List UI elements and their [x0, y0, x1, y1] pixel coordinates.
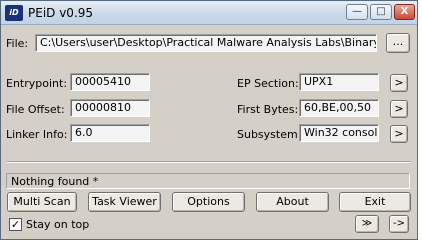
extra-button[interactable]: ->: [389, 215, 409, 233]
entrypoint-field[interactable]: 00005410: [70, 73, 150, 91]
first-bytes-label: First Bytes:: [237, 103, 299, 116]
subsystem-label: Subsystem:: [237, 128, 302, 141]
ep-section-label: EP Section:: [237, 77, 299, 90]
title-bar[interactable]: iD PEiD v0.95 — □ X: [1, 1, 417, 25]
app-icon: iD: [5, 5, 23, 21]
stay-on-top-label: Stay on top: [26, 218, 90, 231]
entrypoint-label: Entrypoint:: [6, 77, 68, 90]
linker-info-field[interactable]: 6.0: [70, 124, 150, 142]
status-field: Nothing found *: [6, 173, 410, 189]
task-viewer-button[interactable]: Task Viewer: [88, 192, 161, 212]
file-path-field[interactable]: C:\Users\user\Desktop\Practical Malware …: [35, 34, 377, 52]
about-button[interactable]: About: [256, 192, 329, 212]
plugins-button[interactable]: ≫: [355, 215, 379, 233]
subsystem-button[interactable]: >: [390, 125, 408, 143]
first-bytes-button[interactable]: >: [390, 100, 408, 118]
options-button[interactable]: Options: [172, 192, 245, 212]
file-offset-field[interactable]: 00000810: [70, 99, 150, 117]
first-bytes-field[interactable]: 60,BE,00,50: [299, 99, 379, 117]
ep-section-button[interactable]: >: [390, 74, 408, 92]
peid-window: iD PEiD v0.95 — □ X File: C:\Users\user\…: [0, 0, 418, 240]
subsystem-field[interactable]: Win32 console: [299, 124, 379, 142]
file-offset-label: File Offset:: [6, 103, 65, 116]
ep-section-field[interactable]: UPX1: [299, 73, 379, 91]
window-title: PEiD v0.95: [28, 6, 94, 20]
linker-info-label: Linker Info:: [6, 128, 68, 141]
minimize-button[interactable]: —: [346, 4, 368, 20]
exit-button[interactable]: Exit: [339, 192, 411, 212]
maximize-button[interactable]: □: [370, 4, 392, 20]
stay-on-top-checkbox[interactable]: ✓: [9, 218, 22, 231]
file-label: File:: [6, 37, 29, 50]
separator: [7, 161, 411, 163]
browse-button[interactable]: ...: [386, 33, 410, 53]
multi-scan-button[interactable]: Multi Scan: [7, 192, 77, 212]
close-button[interactable]: X: [394, 4, 415, 20]
